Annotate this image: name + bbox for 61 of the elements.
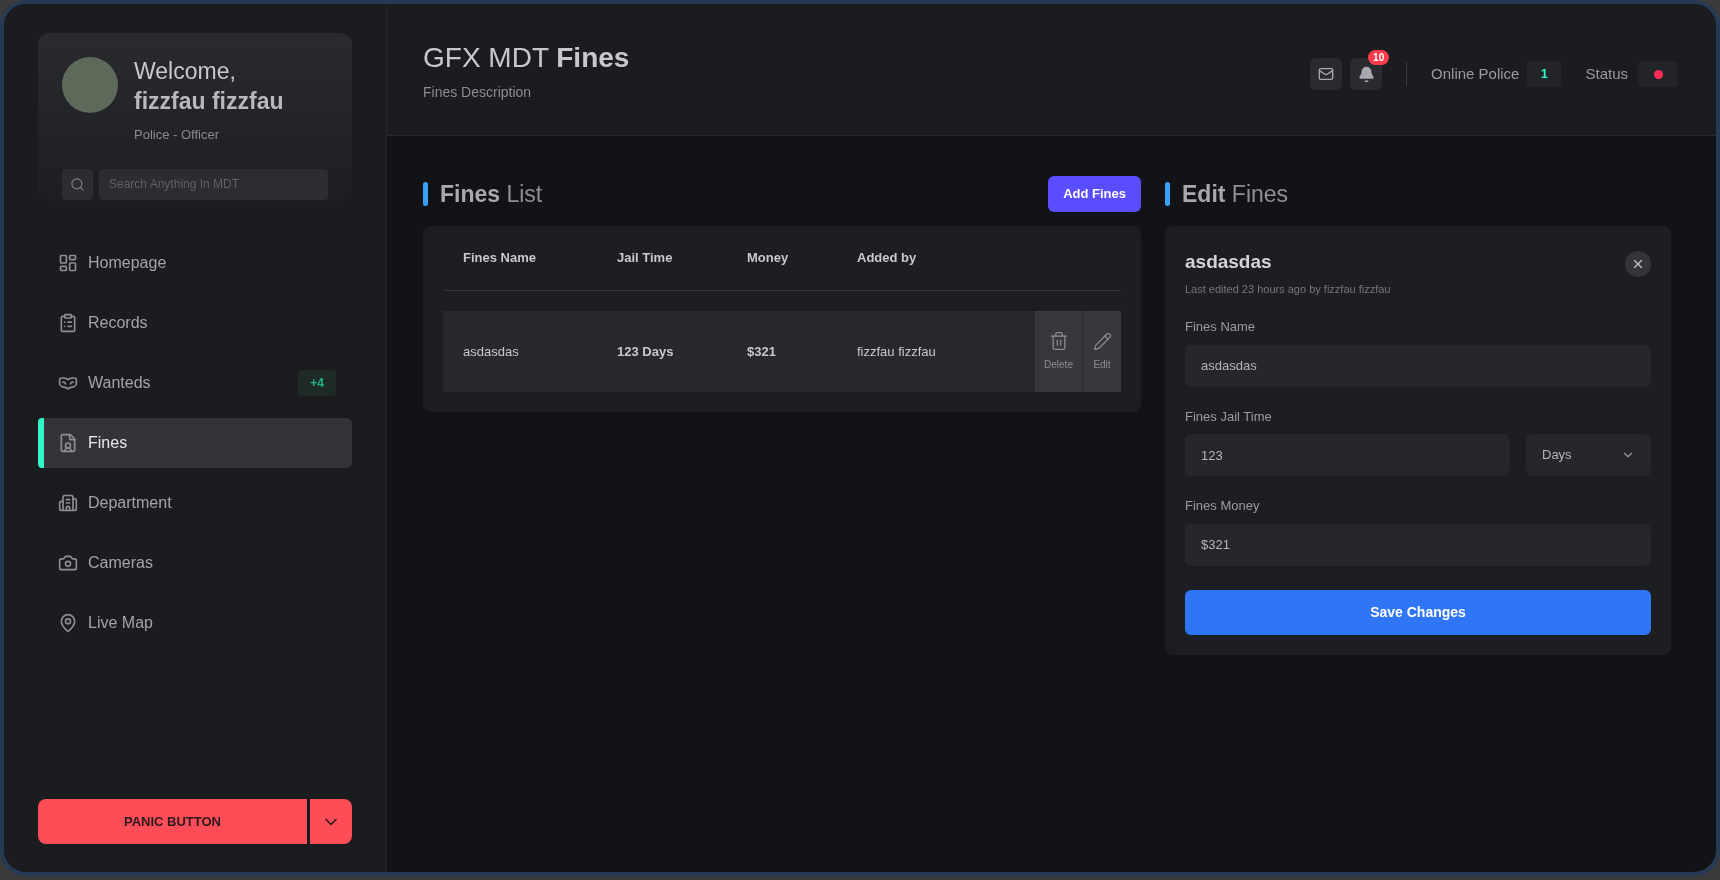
status-label: Status bbox=[1585, 63, 1628, 84]
last-edited-text: Last edited 23 hours ago by fizzfau fizzfau bbox=[1185, 281, 1391, 297]
delete-button[interactable]: Delete bbox=[1035, 311, 1083, 392]
table-row[interactable]: asdasdas 123 Days $321 fizzfau fizzfau Delete Edit bbox=[443, 311, 1121, 392]
table-cell-text: $321 bbox=[747, 342, 777, 361]
nav-item[interactable]: Cameras bbox=[38, 537, 352, 588]
column-header: Money bbox=[747, 249, 790, 268]
field-label: Fines Money bbox=[1185, 497, 1261, 515]
column-header: Jail Time bbox=[617, 249, 674, 268]
table-cell-text: fizzfau fizzfau bbox=[857, 342, 937, 361]
nav-item[interactable]: Wanteds +4 bbox=[38, 357, 352, 408]
table-cell-text: asdasdas bbox=[463, 342, 520, 361]
add-fines-button[interactable]: Add Fines bbox=[1048, 176, 1141, 212]
dashboard-icon bbox=[58, 252, 78, 273]
edit-button[interactable]: Edit bbox=[1083, 311, 1121, 392]
avatar bbox=[62, 57, 118, 113]
user-role: Police - Officer bbox=[134, 126, 220, 144]
close-button[interactable] bbox=[1625, 251, 1651, 277]
table-cell-text: 123 Days bbox=[617, 342, 675, 361]
page-subtitle: Fines Description bbox=[423, 83, 533, 102]
bell-icon bbox=[1357, 65, 1375, 83]
user-name: fizzfau fizzfau bbox=[134, 87, 284, 116]
accent-bar bbox=[1165, 182, 1170, 206]
online-count: 1 bbox=[1527, 61, 1562, 87]
save-changes-button[interactable]: Save Changes bbox=[1185, 589, 1651, 635]
unit-dropdown[interactable]: Days bbox=[1526, 434, 1651, 476]
nav-item[interactable]: Records bbox=[38, 297, 352, 348]
jail-time-field[interactable]: 123 bbox=[1185, 434, 1510, 476]
document-icon bbox=[58, 432, 78, 453]
input-field[interactable]: asdasdas bbox=[1185, 344, 1651, 387]
page-title: GFX MDT Fines bbox=[423, 42, 630, 74]
active-indicator bbox=[38, 417, 44, 468]
field-label: Fines Name bbox=[1185, 318, 1257, 336]
search-icon bbox=[70, 176, 85, 192]
search-button[interactable] bbox=[62, 168, 93, 200]
nav-item[interactable]: Live Map bbox=[38, 597, 352, 648]
nav-item[interactable]: Homepage bbox=[38, 237, 352, 288]
section-title: Edit Fines bbox=[1182, 179, 1289, 209]
input-field[interactable]: $321 bbox=[1185, 523, 1651, 566]
accent-bar bbox=[423, 182, 428, 206]
trash-icon bbox=[1048, 331, 1069, 351]
count-badge: +4 bbox=[298, 369, 336, 396]
panic-button[interactable]: PANIC BUTTON bbox=[38, 799, 307, 844]
field-label: Fines Jail Time bbox=[1185, 407, 1273, 426]
nav-item[interactable]: Department bbox=[38, 477, 352, 528]
clipboard-icon bbox=[58, 312, 78, 333]
pencil-icon bbox=[1092, 331, 1112, 351]
mail-button[interactable] bbox=[1310, 58, 1343, 90]
building-icon bbox=[58, 492, 78, 513]
welcome-text: Welcome, bbox=[134, 57, 237, 85]
close-icon bbox=[1631, 257, 1645, 271]
panic-dropdown-button[interactable] bbox=[310, 799, 352, 844]
map-pin-icon bbox=[58, 612, 78, 633]
notification-badge: 10 bbox=[1368, 50, 1390, 65]
column-header: Fines Name bbox=[463, 249, 537, 268]
fine-name-heading: asdasdas bbox=[1185, 250, 1273, 274]
column-header: Added by bbox=[857, 249, 918, 268]
mail-icon bbox=[1318, 66, 1335, 82]
section-title: Fines List bbox=[440, 179, 543, 209]
online-police-label: Online Police bbox=[1431, 63, 1520, 84]
nav-item[interactable]: Fines bbox=[38, 417, 352, 468]
